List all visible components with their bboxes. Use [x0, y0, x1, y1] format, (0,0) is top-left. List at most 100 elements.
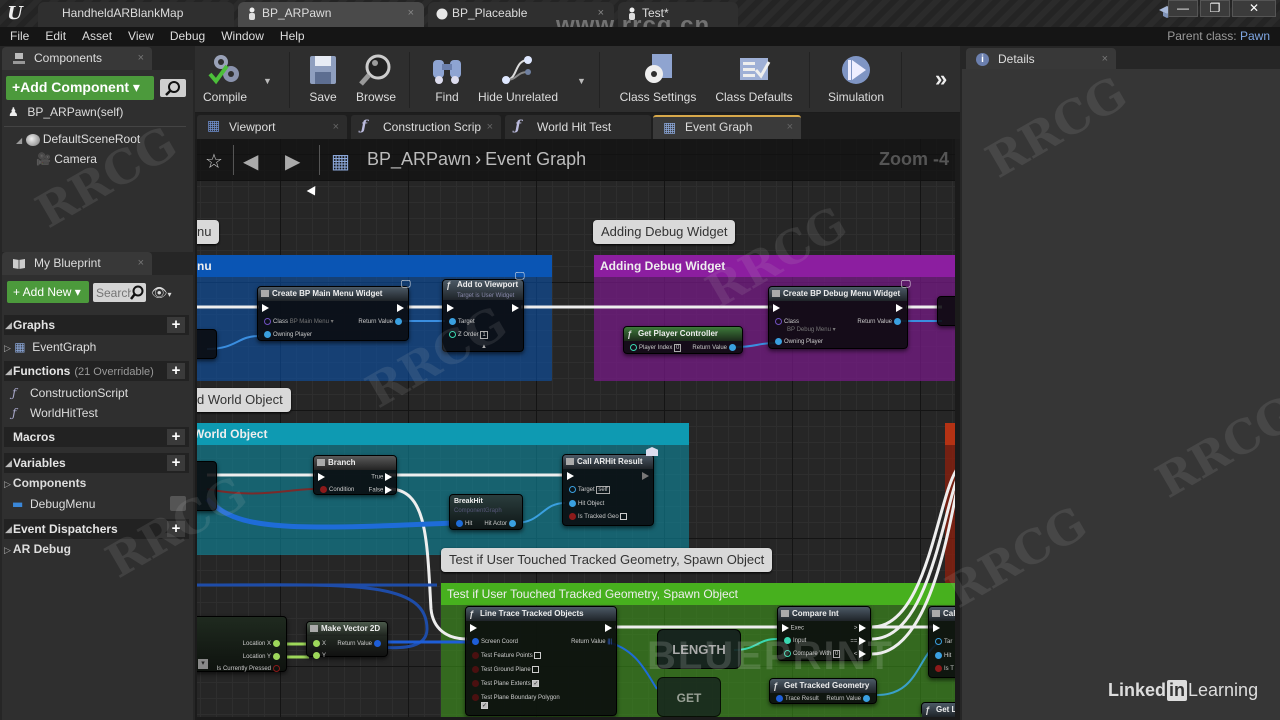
node-add-to-viewport[interactable]: Add to Viewport Target is User Widget Tar…: [442, 279, 524, 352]
close-tab-icon[interactable]: ×: [1102, 48, 1108, 71]
return-value-pin[interactable]: Return Value: [826, 695, 872, 703]
exec-out-pin[interactable]: [642, 472, 649, 481]
search-input[interactable]: [93, 283, 131, 302]
close-button[interactable]: ✕: [1232, 0, 1276, 17]
location-y-pin[interactable]: Location Y: [243, 653, 282, 661]
node-create-debug-menu-widget[interactable]: Create BP Debug Menu Widget Class BP Debu…: [768, 286, 908, 349]
menu-help[interactable]: Help: [272, 27, 313, 46]
tree-item-default-scene-root[interactable]: ◢ DefaultSceneRoot: [16, 132, 140, 146]
compile-button[interactable]: Compile: [199, 50, 251, 110]
add-variable-button[interactable]: +: [167, 455, 185, 471]
node-line-trace-tracked-objects[interactable]: Line Trace Tracked Objects Screen Coord …: [465, 606, 617, 716]
menu-file[interactable]: File: [0, 27, 37, 46]
exec-in-pin[interactable]: [318, 473, 325, 482]
add-event-dispatcher-button[interactable]: +: [167, 521, 185, 537]
search-components-button[interactable]: [160, 79, 186, 97]
target-pin[interactable]: Target self: [567, 486, 610, 495]
is-tracked-pin[interactable]: Is Tracked Geo: [567, 513, 628, 521]
close-tab-icon[interactable]: ×: [487, 115, 493, 139]
node-call-offscreen[interactable]: Call Tar Hit Is T: [928, 606, 955, 678]
node-get-tracked-geometry[interactable]: Get Tracked Geometry Trace Result Return…: [769, 678, 877, 704]
comment-bubble-touched-geometry[interactable]: Test if User Touched Tracked Geometry, S…: [441, 548, 773, 572]
class-pin[interactable]: Class BP Main Menu ▾: [262, 318, 334, 326]
menu-window[interactable]: Window: [213, 27, 272, 46]
search-field[interactable]: [93, 283, 146, 302]
dispatcher-category-ar-debug[interactable]: ▷ AR Debug: [4, 540, 71, 559]
add-new-button[interactable]: + Add New ▾: [7, 281, 89, 303]
class-defaults-button[interactable]: Class Defaults: [709, 50, 799, 110]
comment-bubble-debug-widget[interactable]: Adding Debug Widget: [593, 220, 736, 244]
return-value-pin[interactable]: Return Value: [337, 640, 383, 648]
node-branch[interactable]: Branch True Condition False: [313, 455, 397, 495]
exec-in-pin[interactable]: [773, 304, 780, 313]
section-graphs[interactable]: ◢ Graphs +: [4, 315, 189, 335]
exec-out-pin[interactable]: [397, 304, 404, 313]
unreal-logo-icon[interactable]: U: [4, 3, 26, 25]
more-toolbar-icon[interactable]: »: [935, 66, 947, 92]
menu-asset[interactable]: Asset: [74, 27, 120, 46]
node-call-arhit-result[interactable]: Call ARHit Result Target self Hit Object…: [562, 454, 654, 526]
hide-unrelated-dropdown-icon[interactable]: ▼: [577, 76, 586, 86]
list-item-construction-script[interactable]: ƒ ConstructionScript: [12, 384, 128, 402]
add-function-button[interactable]: +: [167, 363, 185, 379]
plane-extents-checkbox[interactable]: ✓: [532, 680, 540, 687]
variables-category-components[interactable]: ▷ Components: [4, 474, 86, 493]
tab-construction-script[interactable]: ƒ Construction Scrip ×: [351, 115, 501, 139]
list-item-debugmenu[interactable]: ▬ DebugMenu: [12, 495, 95, 513]
back-arrow-icon[interactable]: ◀: [243, 149, 258, 174]
true-pin[interactable]: True: [371, 473, 392, 482]
close-tab-icon[interactable]: ×: [408, 2, 414, 25]
section-macros[interactable]: Macros +: [4, 427, 189, 447]
section-variables[interactable]: ◢ Variables +: [4, 453, 189, 473]
minimize-button[interactable]: —: [1168, 0, 1198, 17]
favorite-star-icon[interactable]: ☆: [205, 149, 223, 174]
expand-arrow-icon[interactable]: ◢: [16, 136, 22, 145]
event-graph-canvas[interactable]: nu nu Adding Debug Widget Adding Debug W…: [197, 139, 955, 717]
comment-bubble-main-menu[interactable]: nu: [197, 220, 220, 244]
hide-unrelated-button[interactable]: Hide Unrelated: [477, 50, 559, 110]
target-pin[interactable]: Tar: [933, 638, 952, 646]
return-value-pin[interactable]: Return Value: [692, 344, 738, 352]
ground-plane-checkbox[interactable]: [532, 666, 540, 673]
node-get-lo[interactable]: Get Lo: [921, 702, 955, 717]
boundary-polygon-checkbox[interactable]: ✓: [481, 702, 488, 710]
node-get-player-controller[interactable]: Get Player Controller Player Index 0 Ret…: [623, 326, 743, 354]
node-make-vector-2d[interactable]: Make Vector 2D X Return Value Y: [306, 621, 388, 660]
exec-in-pin[interactable]: [262, 304, 269, 313]
details-tab[interactable]: i Details ×: [966, 48, 1116, 71]
tree-item-camera[interactable]: 🎥 Camera: [36, 152, 97, 166]
exec-in-pin[interactable]: [470, 624, 477, 633]
close-tab-icon[interactable]: ×: [138, 252, 144, 275]
player-index-input[interactable]: 0: [674, 344, 682, 353]
section-event-dispatchers[interactable]: ◢ Event Dispatchers +: [4, 519, 189, 539]
false-pin[interactable]: False: [369, 486, 392, 495]
node-create-main-menu-widget[interactable]: Create BP Main Menu Widget Class BP Main…: [257, 286, 409, 341]
exec-in-pin[interactable]: [447, 304, 454, 313]
hit-pin[interactable]: Hit: [933, 652, 951, 660]
compile-options-dropdown-icon[interactable]: ▼: [263, 76, 272, 86]
class-pin[interactable]: Class BP Debug Menu ▾: [773, 318, 836, 334]
comment-bubble-world-object[interactable]: d World Object: [197, 388, 291, 412]
zorder-input[interactable]: 1: [480, 331, 488, 340]
feature-points-pin[interactable]: Test Feature Points: [470, 652, 542, 660]
owning-player-pin[interactable]: Owning Player: [773, 338, 823, 346]
close-tab-icon[interactable]: ×: [138, 47, 144, 70]
exec-in-pin[interactable]: [567, 472, 574, 481]
expand-node-icon[interactable]: ▲: [481, 343, 487, 351]
expand-node-icon[interactable]: ▾: [198, 659, 208, 669]
tab-world-hit-test[interactable]: ƒ World Hit Test: [505, 115, 651, 139]
y-pin[interactable]: Y: [311, 652, 326, 660]
tab-viewport[interactable]: ▦ Viewport ×: [197, 115, 347, 139]
section-functions[interactable]: ◢ Functions (21 Overridable) +: [4, 361, 189, 381]
doc-tab-bp-arpawn[interactable]: BP_ARPawn ×: [238, 2, 424, 27]
hit-actor-pin[interactable]: Hit Actor: [484, 520, 518, 528]
parent-class-value[interactable]: Pawn: [1240, 29, 1270, 43]
exec-in-pin[interactable]: Exec: [782, 624, 804, 633]
trace-result-pin[interactable]: Trace Result: [774, 695, 819, 703]
doc-tab-handheld-map[interactable]: HandheldARBlankMap: [38, 2, 234, 27]
close-tab-icon[interactable]: ×: [787, 117, 793, 137]
is-tracked-pin[interactable]: Is T: [933, 665, 954, 673]
my-blueprint-tab[interactable]: My Blueprint ×: [2, 252, 152, 275]
class-settings-button[interactable]: Class Settings: [615, 50, 701, 110]
plane-extents-pin[interactable]: Test Plane Extents ✓: [470, 680, 540, 688]
